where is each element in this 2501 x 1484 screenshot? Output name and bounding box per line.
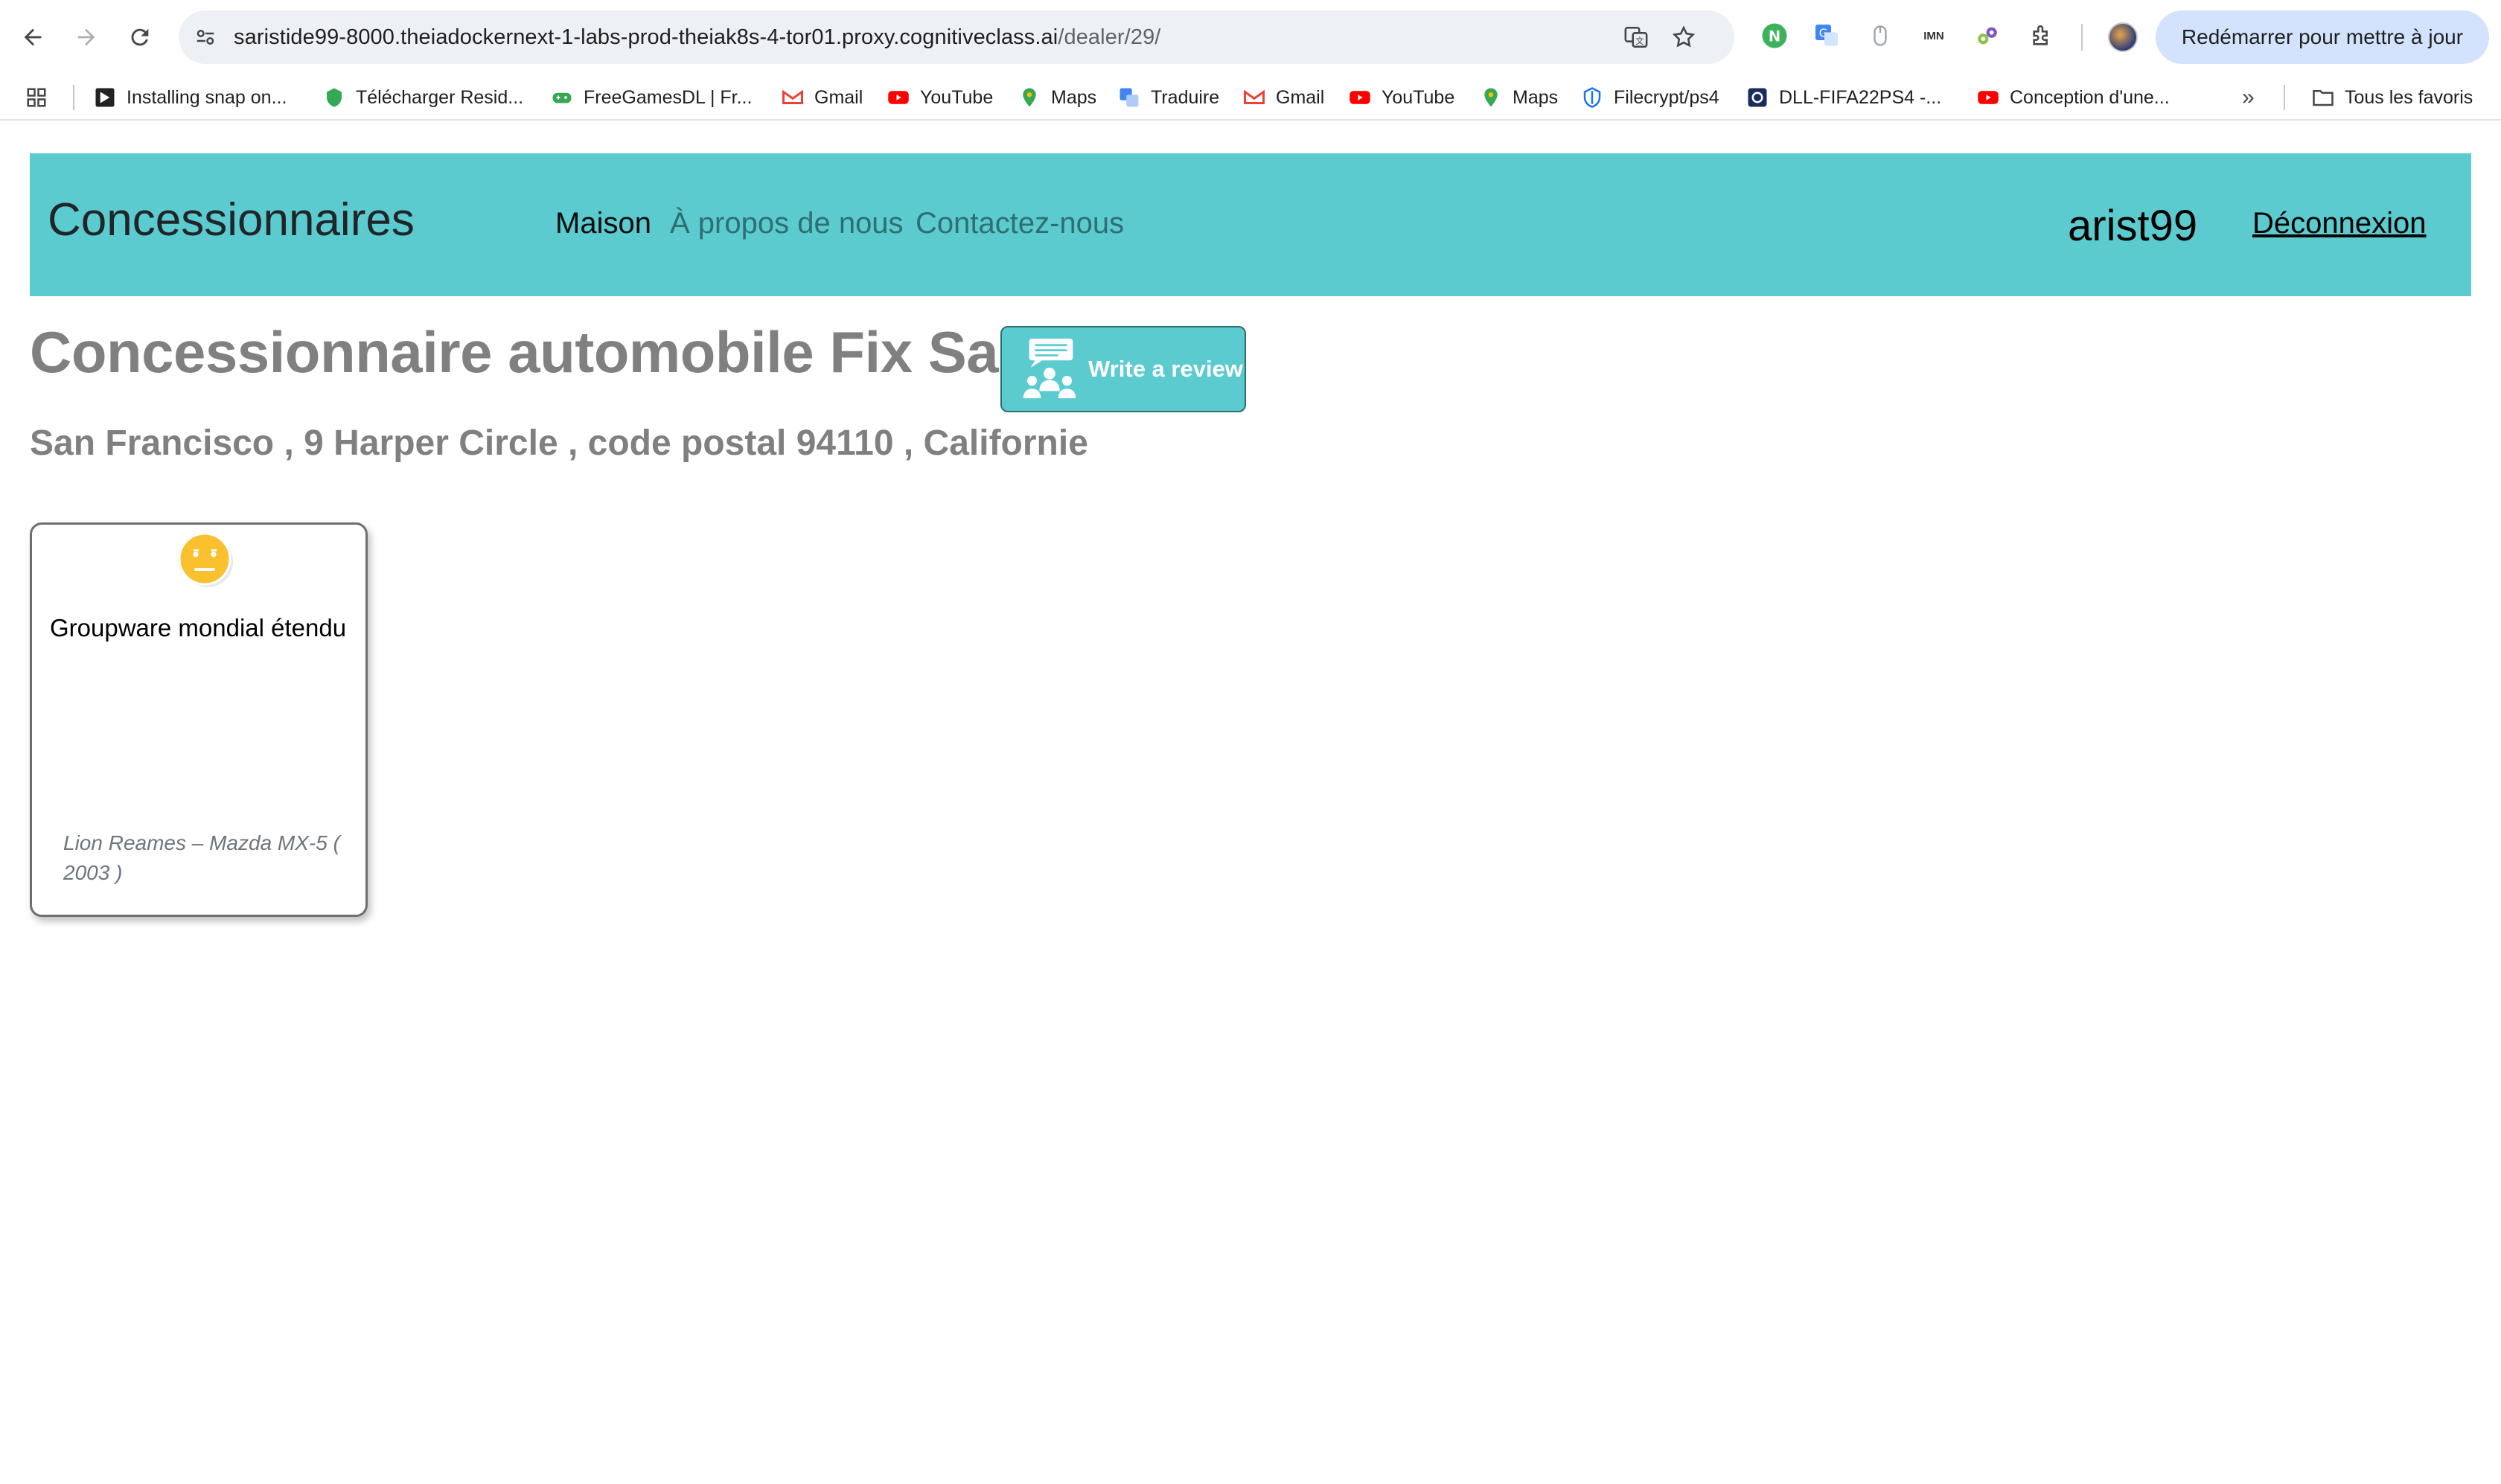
- review-card: Groupware mondial étendu Lion Reames – M…: [30, 522, 368, 917]
- reload-button[interactable]: [122, 19, 158, 55]
- bookmark-item[interactable]: FreeGamesDL | Fr...: [551, 83, 752, 112]
- bookmark-item[interactable]: YouTube: [887, 83, 993, 112]
- toolbar-separator: [2081, 24, 2083, 51]
- bookmarks-bar: Installing snap on... Télécharger Resid.…: [0, 74, 2501, 121]
- bookmark-item[interactable]: Traduire: [1118, 83, 1219, 112]
- imn-label: IMN: [1923, 29, 1944, 42]
- bookmark-item[interactable]: YouTube: [1349, 83, 1454, 112]
- forward-button[interactable]: [68, 19, 104, 55]
- url-text[interactable]: saristide99-8000.theiadockernext-1-labs-…: [234, 25, 1160, 50]
- gmail-icon: [782, 86, 804, 109]
- youtube-icon: [1349, 86, 1371, 109]
- green-shield-icon: [323, 86, 345, 109]
- dealer-title: Concessionnaire automobile Fix San: [30, 319, 1034, 385]
- url-host: saristide99-8000.theiadockernext-1-labs-…: [234, 25, 1058, 49]
- more-bookmarks-button[interactable]: »: [2242, 83, 2255, 112]
- svg-text:文: 文: [1635, 36, 1644, 46]
- folder-icon: [2312, 86, 2334, 109]
- nav-link-home[interactable]: Maison: [555, 207, 651, 240]
- apps-grid-icon: [27, 88, 46, 107]
- bookmarks-separator: [2284, 85, 2285, 110]
- all-bookmarks-folder[interactable]: Tous les favoris: [2312, 83, 2473, 112]
- back-button[interactable]: [15, 19, 51, 55]
- bookmarks-separator: [73, 85, 74, 110]
- maps-icon: [1018, 86, 1041, 109]
- reload-icon: [131, 28, 149, 46]
- site-brand[interactable]: Concessionnaires: [48, 194, 415, 246]
- bookmark-item[interactable]: Conception d'une...: [1977, 83, 2170, 112]
- bookmark-item[interactable]: DLL-FIFA22PS4 -...: [1746, 83, 1941, 112]
- maps-icon: [1480, 86, 1502, 109]
- gamepad-icon: [551, 86, 573, 109]
- bookmark-item[interactable]: Maps: [1018, 83, 1096, 112]
- forward-arrow-icon: [77, 28, 95, 46]
- mouse-extension-icon[interactable]: [1865, 21, 1895, 51]
- youtube-icon: [1977, 86, 1999, 109]
- update-restart-button[interactable]: Redémarrer pour mettre à jour: [2156, 10, 2489, 64]
- review-text: Groupware mondial étendu: [50, 614, 347, 642]
- puzzle-icon[interactable]: [2028, 21, 2057, 51]
- google-translate-extension-icon[interactable]: G: [1812, 21, 1842, 51]
- review-reviewer-car: Lion Reames – Mazda MX-5 ( 2003 ): [63, 831, 340, 884]
- site-navbar: Concessionnaires Maison À propos de nous…: [30, 153, 2471, 296]
- review-people-icon: [1023, 338, 1076, 399]
- n-extension-icon[interactable]: N: [1760, 21, 1789, 51]
- imn-extension-icon[interactable]: IMN: [1919, 21, 1949, 51]
- shield-icon: [1581, 86, 1603, 109]
- svg-text:N: N: [1769, 28, 1780, 45]
- translate-page-icon[interactable]: 文: [1623, 24, 1649, 51]
- browser-toolbar: saristide99-8000.theiadockernext-1-labs-…: [0, 0, 2501, 74]
- logout-link[interactable]: Déconnexion: [2252, 207, 2427, 240]
- url-path: /dealer/29/: [1058, 25, 1161, 49]
- bookmark-item[interactable]: Gmail: [782, 83, 863, 112]
- bookmark-item[interactable]: Gmail: [1243, 83, 1324, 112]
- gear-extension-icon[interactable]: [1973, 21, 2002, 51]
- back-arrow-icon: [24, 28, 42, 46]
- dealer-address: San Francisco , 9 Harper Circle , code p…: [30, 423, 1088, 463]
- gmail-icon: [1243, 86, 1265, 109]
- bookmark-star-icon[interactable]: [1670, 24, 1697, 51]
- write-review-button[interactable]: Write a review: [1000, 326, 1246, 412]
- chevron-double-right-icon: »: [2242, 85, 2255, 109]
- profile-avatar[interactable]: [2108, 22, 2138, 52]
- bookmark-item[interactable]: Filecrypt/ps4: [1581, 83, 1719, 112]
- youtube-icon: [887, 86, 910, 109]
- translate-icon: [1118, 86, 1140, 109]
- address-bar[interactable]: saristide99-8000.theiadockernext-1-labs-…: [179, 10, 1734, 64]
- neutral-emoji-icon: [178, 532, 233, 587]
- snap-icon: [94, 86, 116, 109]
- bookmark-item[interactable]: Installing snap on...: [94, 83, 287, 112]
- nav-link-contact[interactable]: Contactez-nous: [916, 207, 1124, 240]
- bookmark-item[interactable]: Maps: [1480, 83, 1558, 112]
- dll-icon: [1746, 86, 1769, 109]
- write-review-label: Write a review: [1088, 356, 1243, 382]
- username: arist99: [2068, 202, 2198, 250]
- apps-grid-button[interactable]: [25, 83, 48, 112]
- bookmark-item[interactable]: Télécharger Resid...: [323, 83, 523, 112]
- nav-link-about[interactable]: À propos de nous: [670, 207, 904, 240]
- site-settings-icon[interactable]: [192, 24, 219, 51]
